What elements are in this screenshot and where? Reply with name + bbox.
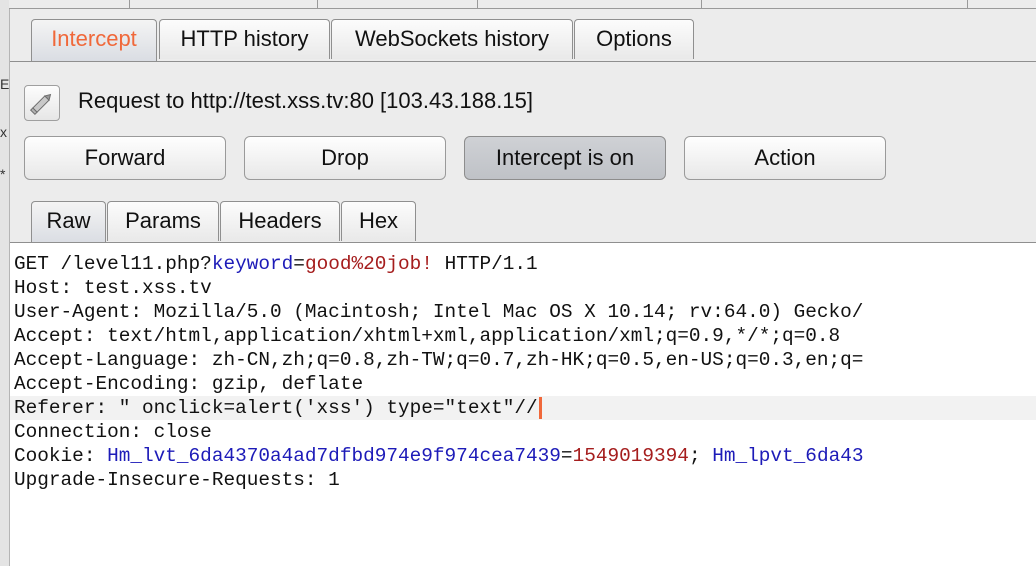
proxy-panel: Intercept HTTP history WebSockets histor… bbox=[10, 9, 1036, 566]
tab-intercept[interactable]: Intercept bbox=[31, 19, 157, 61]
tab-headers[interactable]: Headers bbox=[220, 201, 340, 241]
header-referer: Referer: " onclick=alert('xss') type="te… bbox=[10, 396, 1036, 420]
param-name: keyword bbox=[211, 253, 294, 275]
tab-hex[interactable]: Hex bbox=[341, 201, 416, 241]
raw-request-editor[interactable]: GET /level11.php?keyword=good%20job! HTT… bbox=[10, 243, 1036, 566]
cookie-name: Hm_lvt_6da4370a4ad7dfbd974e9f974cea7439 bbox=[107, 445, 561, 467]
background-window-edge: E x * bbox=[0, 0, 10, 566]
param-value: good%20job! bbox=[304, 253, 433, 275]
forward-button[interactable]: Forward bbox=[24, 136, 226, 180]
background-glyph: x bbox=[0, 124, 7, 140]
header-accept-language: Accept-Language: zh-CN,zh;q=0.8,zh-TW;q=… bbox=[14, 349, 864, 371]
action-button[interactable]: Action bbox=[684, 136, 886, 180]
header-accept-encoding: Accept-Encoding: gzip, deflate bbox=[14, 373, 364, 395]
tab-http-history[interactable]: HTTP history bbox=[159, 19, 330, 59]
drop-button[interactable]: Drop bbox=[244, 136, 446, 180]
tab-divider bbox=[10, 61, 1036, 62]
text-caret bbox=[538, 396, 542, 419]
tab-options[interactable]: Options bbox=[574, 19, 694, 59]
request-target-label: Request to http://test.xss.tv:80 [103.43… bbox=[78, 88, 533, 113]
header-connection: Connection: close bbox=[14, 421, 212, 443]
top-tab-strip-edge bbox=[9, 0, 1036, 9]
header-user-agent: User-Agent: Mozilla/5.0 (Macintosh; Inte… bbox=[14, 301, 864, 323]
background-glyph: * bbox=[0, 166, 6, 182]
tab-params[interactable]: Params bbox=[107, 201, 219, 241]
pencil-icon[interactable] bbox=[24, 85, 60, 121]
background-glyph: E bbox=[0, 76, 9, 92]
header-accept: Accept: text/html,application/xhtml+xml,… bbox=[14, 325, 841, 347]
header-host: Host: test.xss.tv bbox=[14, 277, 212, 299]
tab-raw[interactable]: Raw bbox=[31, 201, 106, 243]
tab-websockets-history[interactable]: WebSockets history bbox=[331, 19, 573, 59]
cookie-name: Hm_lpvt_6da43 bbox=[712, 445, 864, 467]
request-line: GET /level11.php?keyword=good%20job! HTT… bbox=[14, 253, 538, 275]
header-upgrade-insecure-requests: Upgrade-Insecure-Requests: 1 bbox=[14, 469, 340, 491]
cookie-value: 1549019394 bbox=[572, 445, 689, 467]
intercept-toggle-button[interactable]: Intercept is on bbox=[464, 136, 666, 180]
header-cookie: Cookie: Hm_lvt_6da4370a4ad7dfbd974e9f974… bbox=[14, 445, 864, 467]
